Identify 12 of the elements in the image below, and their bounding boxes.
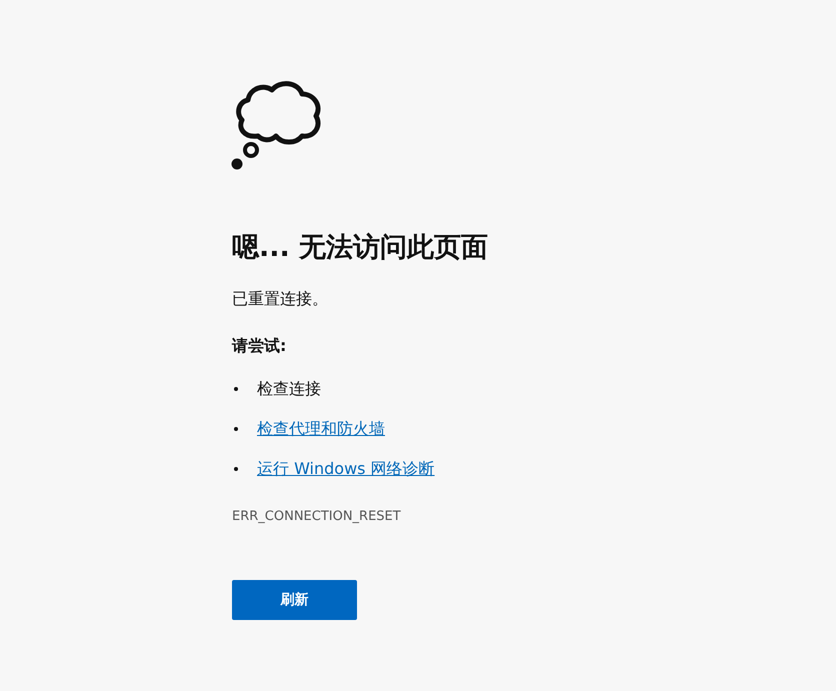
bullet-icon xyxy=(234,467,238,471)
suggestion-link[interactable]: 运行 Windows 网络诊断 xyxy=(257,458,435,480)
refresh-button[interactable]: 刷新 xyxy=(232,580,357,620)
bullet-icon xyxy=(234,427,238,431)
bullet-icon xyxy=(234,387,238,391)
suggestion-text: 检查连接 xyxy=(257,378,321,400)
error-code: ERR_CONNECTION_RESET xyxy=(232,508,401,526)
suggestions-title: 请尝试: xyxy=(232,335,288,357)
thought-cloud-icon xyxy=(230,78,322,172)
error-heading: 嗯... 无法访问此页面 xyxy=(232,231,490,265)
error-message: 已重置连接。 xyxy=(232,288,329,310)
suggestion-link[interactable]: 检查代理和防火墙 xyxy=(257,418,385,440)
